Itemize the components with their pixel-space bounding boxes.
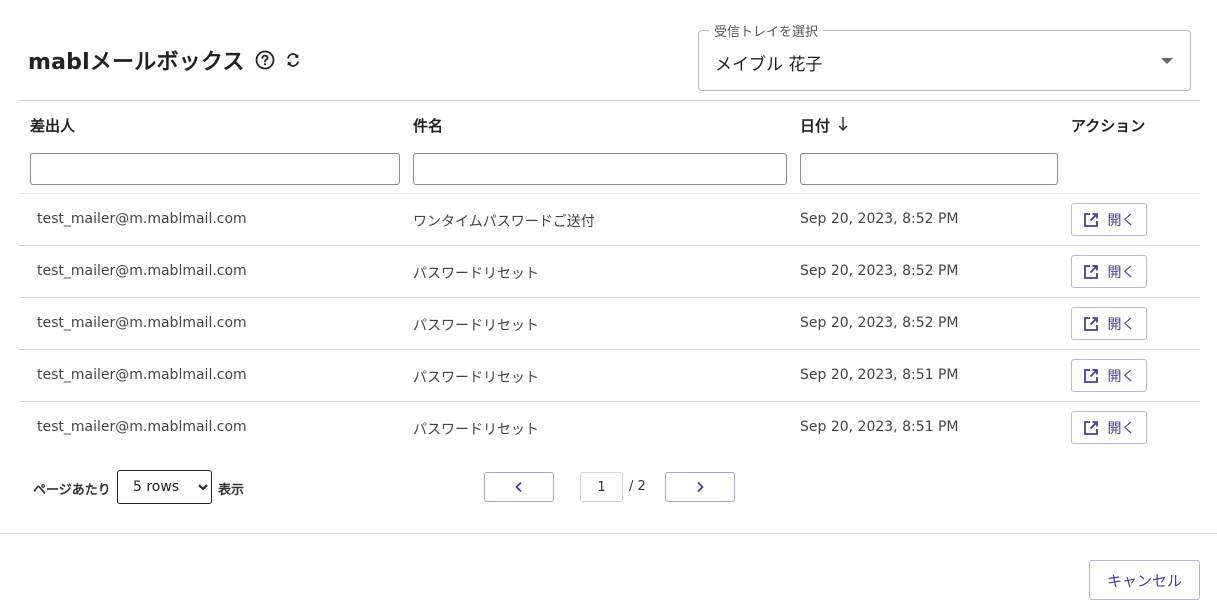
arrow-down-icon[interactable] [838, 116, 848, 136]
table-row: test_mailer@m.mablmail.com パスワードリセット Sep… [19, 297, 1200, 349]
row-subject: パスワードリセット [413, 370, 539, 386]
rows-per-page-label: ページあたり [33, 483, 111, 498]
row-subject: ワンタイムパスワードご送付 [413, 214, 595, 230]
open-in-new-icon [1083, 368, 1098, 383]
rows-per-page-select[interactable]: 5 rows [117, 470, 212, 504]
chevron-left-icon [515, 481, 522, 493]
refresh-icon[interactable] [285, 52, 301, 68]
table-row: test_mailer@m.mablmail.com パスワードリセット Sep… [19, 401, 1200, 453]
inbox-select-value: メイブル 花子 [715, 55, 823, 75]
column-header-subject-label: 件名 [413, 117, 444, 135]
open-button-label: 開く [1107, 368, 1136, 385]
open-button[interactable]: 開く [1071, 255, 1147, 288]
column-header-actions: アクション [1071, 115, 1145, 136]
row-from: test_mailer@m.mablmail.com [37, 263, 247, 279]
row-from: test_mailer@m.mablmail.com [37, 367, 247, 383]
open-button[interactable]: 開く [1071, 359, 1147, 392]
cancel-button[interactable]: キャンセル [1089, 560, 1200, 600]
row-from: test_mailer@m.mablmail.com [37, 211, 247, 227]
page-total: / 2 [629, 479, 646, 494]
row-date: Sep 20, 2023, 8:51 PM [800, 367, 959, 383]
header: mablメールボックス [28, 44, 301, 76]
column-header-date-label: 日付 [800, 117, 831, 135]
chevron-right-icon [697, 481, 704, 493]
footer-divider [0, 533, 1217, 534]
mail-table: 差出人 件名 日付 アクション test_mailer@m.mablmail.c… [19, 100, 1200, 444]
table-row: test_mailer@m.mablmail.com パスワードリセット Sep… [19, 349, 1200, 401]
pagination: ページあたり 5 rows 表示 / 2 [0, 470, 1217, 504]
open-in-new-icon [1083, 212, 1098, 227]
page-number-input[interactable] [580, 472, 623, 502]
open-button[interactable]: 開く [1071, 411, 1147, 444]
inbox-select[interactable]: 受信トレイを選択 メイブル 花子 [698, 21, 1191, 91]
cancel-button-label: キャンセル [1106, 571, 1182, 590]
column-header-from[interactable]: 差出人 [30, 115, 75, 136]
open-in-new-icon [1083, 420, 1098, 435]
filter-date-input[interactable] [800, 153, 1058, 185]
column-header-actions-label: アクション [1071, 117, 1146, 135]
row-from: test_mailer@m.mablmail.com [37, 315, 247, 331]
open-button-label: 開く [1107, 264, 1136, 281]
open-button[interactable]: 開く [1071, 307, 1147, 340]
row-subject: パスワードリセット [413, 266, 539, 282]
open-button-label: 開く [1107, 316, 1136, 333]
column-header-from-label: 差出人 [30, 117, 76, 135]
open-in-new-icon [1083, 264, 1098, 279]
open-button-label: 開く [1107, 212, 1136, 229]
row-from: test_mailer@m.mablmail.com [37, 419, 247, 435]
next-page-button[interactable] [665, 472, 735, 502]
inbox-select-label: 受信トレイを選択 [709, 21, 824, 40]
row-date: Sep 20, 2023, 8:52 PM [800, 263, 959, 279]
row-subject: パスワードリセット [413, 422, 539, 438]
page-title: mablメールボックス [28, 50, 245, 75]
previous-page-button[interactable] [484, 472, 554, 502]
table-row: test_mailer@m.mablmail.com ワンタイムパスワードご送付… [19, 193, 1200, 245]
help-circle-icon[interactable] [255, 50, 275, 70]
filter-subject-input[interactable] [413, 153, 787, 185]
row-date: Sep 20, 2023, 8:52 PM [800, 211, 959, 227]
caret-down-icon[interactable] [1161, 58, 1173, 64]
row-date: Sep 20, 2023, 8:52 PM [800, 315, 959, 331]
open-button[interactable]: 開く [1071, 203, 1147, 236]
filter-from-input[interactable] [30, 153, 400, 185]
column-header-subject[interactable]: 件名 [413, 115, 443, 136]
table-body: test_mailer@m.mablmail.com ワンタイムパスワードご送付… [19, 193, 1200, 453]
table-row: test_mailer@m.mablmail.com パスワードリセット Sep… [19, 245, 1200, 297]
show-label: 表示 [218, 483, 245, 498]
open-button-label: 開く [1107, 420, 1136, 437]
row-date: Sep 20, 2023, 8:51 PM [800, 419, 959, 435]
row-subject: パスワードリセット [413, 318, 539, 334]
column-header-date[interactable]: 日付 [800, 115, 848, 136]
open-in-new-icon [1083, 316, 1098, 331]
